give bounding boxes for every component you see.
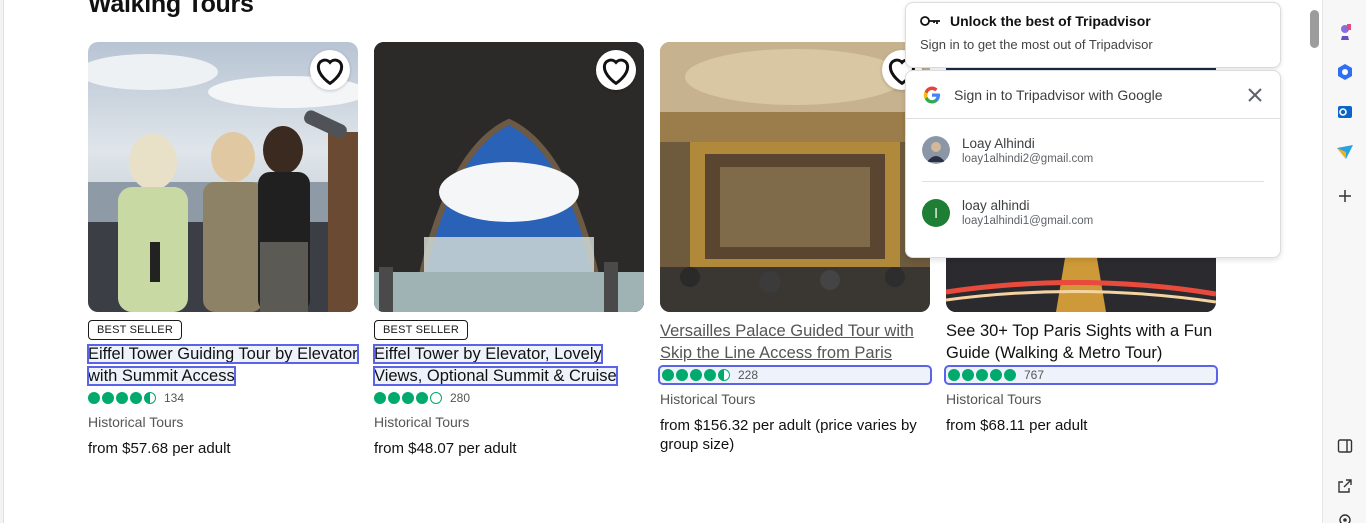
google-logo-icon <box>923 86 940 103</box>
heart-icon <box>316 58 344 86</box>
outlook-icon[interactable] <box>1335 102 1355 122</box>
heart-icon <box>602 58 630 86</box>
avatar: l <box>922 198 950 227</box>
window-edge <box>0 0 4 523</box>
page: Walking Tours BEST SELLER Eiffel Tower G… <box>0 0 1300 523</box>
settings-gear-icon[interactable] <box>1335 510 1355 523</box>
rating-bubbles: 280 <box>374 390 644 406</box>
tour-category: Historical Tours <box>374 414 470 430</box>
tour-image[interactable] <box>88 42 358 312</box>
rating-bubbles: 134 <box>88 390 358 406</box>
best-seller-badge: BEST SELLER <box>88 320 182 340</box>
open-external-icon[interactable] <box>1335 476 1355 496</box>
chess-piece-icon[interactable] <box>1335 22 1355 42</box>
google-account-option[interactable]: Loay Alhindi loay1alhindi2@gmail.com <box>906 119 1280 181</box>
tour-price: from $48.07 per adult <box>374 440 517 457</box>
rating-bubbles: 228 <box>658 365 932 385</box>
tour-category: Historical Tours <box>946 391 1042 407</box>
section-title: Walking Tours <box>88 0 254 18</box>
avatar <box>922 136 950 164</box>
review-count: 767 <box>1024 368 1045 382</box>
tour-category: Historical Tours <box>88 414 184 430</box>
scrollbar-thumb[interactable] <box>1310 10 1319 48</box>
favorite-button[interactable] <box>310 50 350 90</box>
account-name: Loay Alhindi <box>962 135 1035 151</box>
send-icon[interactable] <box>1335 142 1355 162</box>
tour-card[interactable]: BEST SELLER Eiffel Tower Guiding Tour by… <box>87 42 359 458</box>
tour-title-link[interactable]: Versailles Palace Guided Tour with Skip … <box>660 322 914 362</box>
promo-heading: Unlock the best of Tripadvisor <box>950 13 1151 29</box>
tour-card[interactable]: Versailles Palace Guided Tour with Skip … <box>658 42 932 454</box>
account-name: loay alhindi <box>962 198 1030 213</box>
close-icon[interactable] <box>1246 86 1264 104</box>
google-signin-popup[interactable]: Sign in to Tripadvisor with Google Loay … <box>905 70 1281 258</box>
tour-category: Historical Tours <box>660 391 756 407</box>
review-count: 228 <box>738 368 759 382</box>
tour-image[interactable] <box>660 42 930 312</box>
rating-bubbles: 767 <box>944 365 1218 385</box>
favorite-button[interactable] <box>596 50 636 90</box>
side-panel-icon[interactable] <box>1335 436 1355 456</box>
copilot-icon[interactable] <box>1335 62 1355 82</box>
account-email: loay1alhindi2@gmail.com <box>962 152 1094 165</box>
add-icon[interactable] <box>1335 186 1355 206</box>
tour-card[interactable]: BEST SELLER Eiffel Tower by Elevator, Lo… <box>373 42 644 458</box>
signin-promo-popup[interactable]: Unlock the best of Tripadvisor Sign in t… <box>905 2 1281 68</box>
google-account-option[interactable]: l loay alhindi loay1alhindi1@gmail.com <box>922 181 1264 243</box>
review-count: 134 <box>164 391 185 405</box>
tour-title-link[interactable]: Eiffel Tower Guiding Tour by Elevator wi… <box>87 344 359 386</box>
tour-image[interactable] <box>374 42 644 312</box>
tour-title-link[interactable]: Eiffel Tower by Elevator, Lovely Views, … <box>373 344 618 386</box>
review-count: 280 <box>450 391 471 405</box>
browser-side-panel <box>1322 0 1366 523</box>
tour-price: from $68.11 per adult <box>946 417 1088 434</box>
tour-title-link[interactable]: See 30+ Top Paris Sights with a Fun Guid… <box>946 322 1212 362</box>
account-email: loay1alhindi1@gmail.com <box>962 215 1094 227</box>
google-signin-header: Sign in to Tripadvisor with Google <box>906 71 1280 119</box>
google-signin-title: Sign in to Tripadvisor with Google <box>954 86 1163 103</box>
tour-price: from $57.68 per adult <box>88 440 231 457</box>
tour-price: from $156.32 per adult (price varies by … <box>660 417 917 453</box>
page-scrollbar[interactable] <box>1300 0 1322 523</box>
promo-subtext: Sign in to get the most out of Tripadvis… <box>920 37 1153 52</box>
best-seller-badge: BEST SELLER <box>374 320 468 340</box>
key-icon <box>920 16 940 26</box>
